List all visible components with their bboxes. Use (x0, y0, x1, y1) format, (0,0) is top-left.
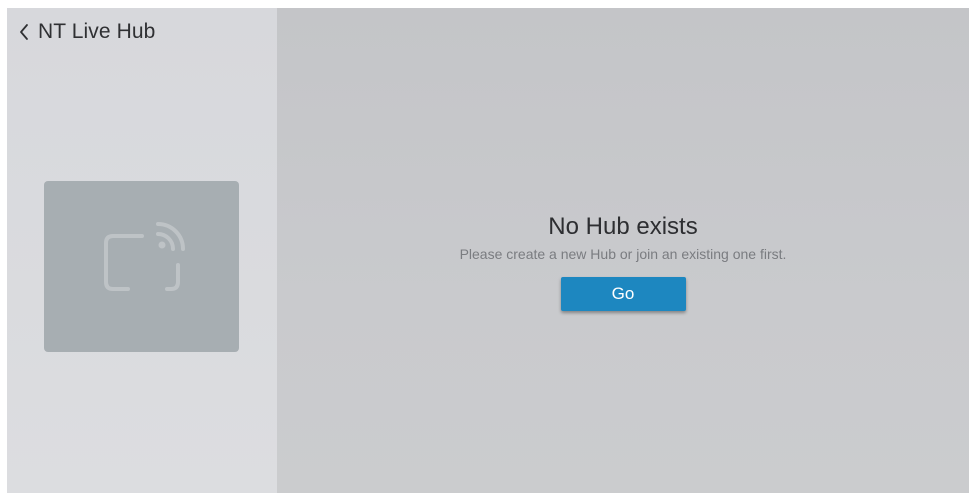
empty-state: No Hub exists Please create a new Hub or… (277, 213, 969, 311)
device-card (44, 181, 239, 352)
sidebar: NT Live Hub (7, 8, 277, 493)
back-button[interactable]: NT Live Hub (18, 20, 155, 44)
main-content: No Hub exists Please create a new Hub or… (277, 8, 969, 493)
empty-state-title: No Hub exists (548, 213, 698, 240)
app-window: NT Live Hub No Hub exists Please create … (7, 8, 969, 493)
page-title: NT Live Hub (38, 20, 156, 43)
cast-screen-icon (92, 219, 192, 314)
go-button[interactable]: Go (560, 277, 686, 311)
chevron-left-icon[interactable] (18, 22, 30, 42)
empty-state-subtitle: Please create a new Hub or join an exist… (459, 246, 787, 262)
